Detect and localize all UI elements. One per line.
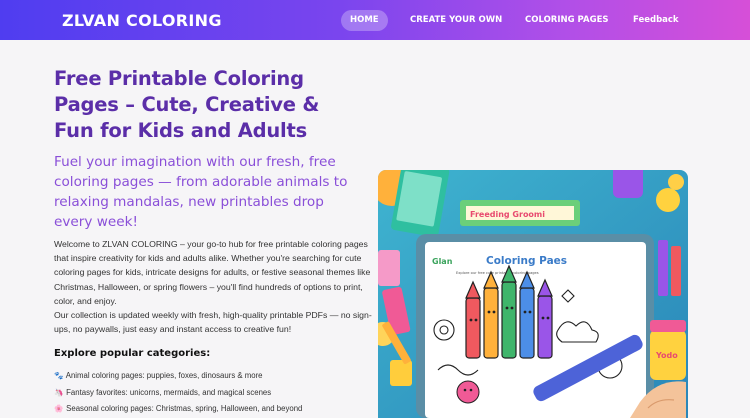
jar-label-text: Yodo (655, 351, 678, 360)
intro-paragraph-1: Welcome to ZLVAN COLORING – your go-to h… (54, 239, 371, 306)
paw-icon: 🐾 (54, 371, 64, 380)
page-title: Free Printable Coloring Pages – Cute, Cr… (54, 67, 320, 142)
category-item-label: Fantasy favorites: unicorns, mermaids, a… (66, 387, 272, 397)
box-label-text: Freeding Groomi (470, 210, 545, 219)
categories-heading: Explore popular categories: (54, 348, 211, 359)
flower-icon: 🌸 (54, 404, 64, 413)
category-item-label: Seasonal coloring pages: Christmas, spri… (66, 404, 303, 413)
top-navbar: ZLVAN COLORING HOME CREATE YOUR OWN COLO… (0, 0, 750, 40)
category-list: 🐾 Animal coloring pages: puppies, foxes,… (54, 368, 302, 418)
tablet-logo-text: Glan (432, 257, 453, 266)
coloring-scene-illustration: Freeding Groomi Glan Coloring Paes Explo… (378, 170, 688, 418)
category-item-fantasy: 🦄 Fantasy favorites: unicorns, mermaids,… (54, 385, 302, 402)
intro-text: Welcome to ZLVAN COLORING – your go-to h… (54, 237, 374, 336)
unicorn-icon: 🦄 (54, 387, 64, 397)
intro-paragraph-2: Our collection is updated weekly with fr… (54, 310, 372, 335)
brand-logo[interactable]: ZLVAN COLORING (62, 11, 222, 30)
tablet-title-text: Coloring Paes (486, 255, 567, 267)
hero-illustration: Freeding Groomi Glan Coloring Paes Explo… (378, 170, 688, 418)
category-item-seasonal: 🌸 Seasonal coloring pages: Christmas, sp… (54, 401, 302, 418)
hero-subtitle: Fuel your imagination with our fresh, fr… (54, 154, 348, 230)
category-item-label: Animal coloring pages: puppies, foxes, d… (65, 371, 263, 380)
nav-home[interactable]: HOME (341, 10, 388, 31)
nav-feedback[interactable]: Feedback (633, 10, 679, 31)
category-item-animals: 🐾 Animal coloring pages: puppies, foxes,… (54, 368, 302, 385)
nav-create-your-own[interactable]: CREATE YOUR OWN (410, 10, 502, 31)
nav-coloring-pages[interactable]: COLORING PAGES (525, 10, 609, 31)
